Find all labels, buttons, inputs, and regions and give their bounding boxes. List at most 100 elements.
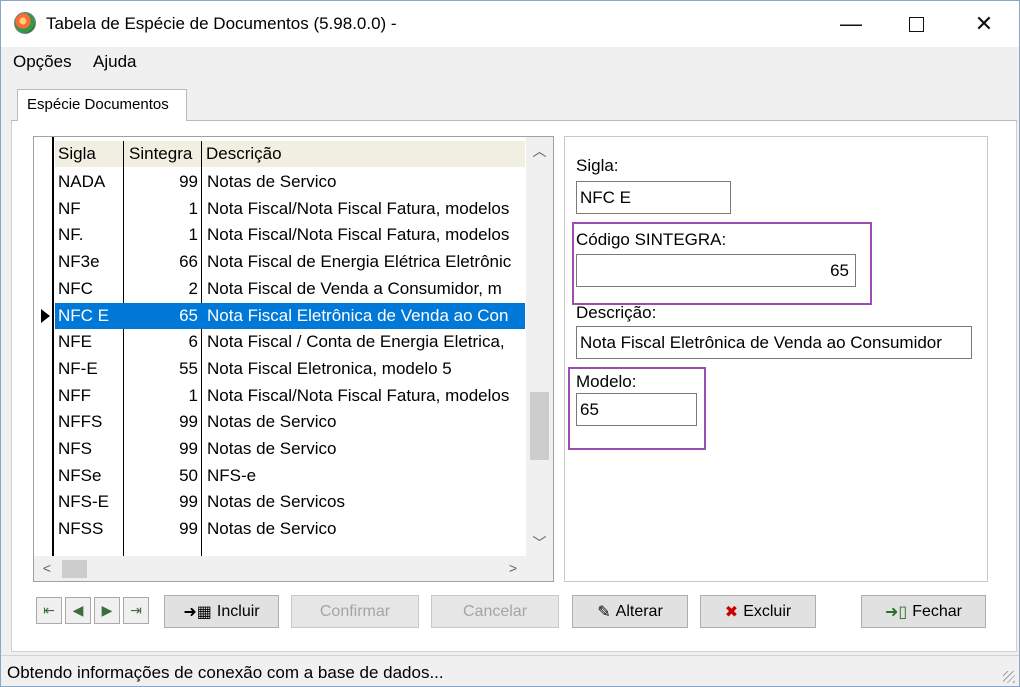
scroll-up-icon[interactable]: ︿ (526, 141, 553, 165)
modelo-label: Modelo: (576, 372, 637, 391)
minimize-button[interactable]: — (828, 1, 874, 47)
table-row[interactable]: NFFS 99 Notas de Servico (55, 409, 525, 436)
scroll-down-icon[interactable]: ﹀ (526, 533, 553, 557)
cell-sintegra: 6 (188, 332, 198, 352)
cell-sigla: NFC E (58, 305, 109, 325)
menu-ajuda[interactable]: Ajuda (93, 52, 136, 72)
cell-sintegra: 66 (179, 252, 198, 272)
scroll-right-icon[interactable]: > (502, 560, 524, 576)
cell-sigla: NFF (58, 385, 92, 405)
cell-sigla: NFC (58, 278, 93, 298)
table-row[interactable]: NFE 6 Nota Fiscal / Conta de Energia Eletr… (55, 329, 525, 356)
next-record-button[interactable]: ▶ (94, 597, 120, 624)
confirmar-button[interactable]: Confirmar (291, 595, 419, 628)
resize-grip-icon[interactable] (1003, 671, 1015, 683)
table-row[interactable]: NF3e 66 Nota Fiscal de Energia Elétrica El… (55, 249, 525, 276)
cell-sigla: NFS (58, 439, 92, 458)
documents-grid[interactable]: Sigla Sintegra Descrição NADA 99 Notas de … (33, 136, 554, 582)
codigo-sintegra-label: Código SINTEGRA: (576, 230, 727, 249)
right-arrow-icon: ▶ (101, 602, 113, 618)
incluir-label: Incluir (216, 602, 260, 620)
row-indicator-column (34, 137, 54, 557)
modelo-input[interactable]: 65 (576, 393, 697, 426)
status-bar: Obtendo informações de conexão com a bas… (1, 655, 1019, 686)
cell-descricao: Notas de Servico (207, 172, 337, 191)
cell-sigla: NF-E (58, 358, 98, 378)
cell-sintegra: 2 (188, 278, 198, 298)
close-icon: ✕ (974, 11, 994, 36)
cell-sintegra: 1 (188, 385, 198, 405)
table-row[interactable]: NFC 2 Nota Fiscal de Venda a Consumidor, m (55, 276, 525, 303)
horizontal-scrollbar[interactable]: < > (34, 556, 553, 581)
app-window: Tabela de Espécie de Documentos (5.98.0.… (0, 0, 1020, 687)
maximize-button[interactable] (893, 1, 939, 47)
table-row[interactable]: NF 1 Nota Fiscal/Nota Fiscal Fatura, model… (55, 196, 525, 223)
cell-descricao: Notas de Servico (207, 439, 337, 458)
last-record-button[interactable]: ⇥ (123, 597, 149, 624)
scroll-left-icon[interactable]: < (36, 560, 58, 576)
last-arrow-icon: ⇥ (130, 602, 142, 618)
vertical-scroll-thumb[interactable] (530, 392, 549, 460)
menu-opcoes[interactable]: Opções (13, 52, 72, 72)
table-row[interactable]: NFF 1 Nota Fiscal/Nota Fiscal Fatura, mode… (55, 383, 525, 410)
close-button[interactable]: ✕ (961, 1, 1007, 47)
table-row[interactable]: NFS-E 99 Notas de Servicos (55, 489, 525, 516)
cell-sigla: NFSS (58, 519, 104, 539)
vertical-scrollbar[interactable]: ︿ ﹀ (526, 137, 553, 556)
cell-sintegra: 99 (179, 172, 198, 191)
cell-sigla: NF. (58, 225, 84, 245)
cell-descricao: Nota Fiscal de Venda a Consumidor, m (207, 278, 502, 298)
cell-sintegra: 99 (179, 439, 198, 458)
cell-descricao: Nota Fiscal/Nota Fiscal Fatura, modelos (207, 385, 510, 405)
table-row[interactable]: NFS 99 Notas de Servico (55, 436, 525, 463)
excluir-label: Excluir (743, 602, 792, 620)
cancelar-button[interactable]: Cancelar (431, 595, 559, 628)
window-title: Tabela de Espécie de Documentos (5.98.0.… (46, 14, 397, 33)
cell-sintegra: 50 (179, 465, 198, 485)
column-header-sigla[interactable]: Sigla (55, 141, 96, 167)
sigla-input[interactable]: NFC E (576, 181, 731, 214)
exit-door-icon: ➜▯ (884, 603, 908, 621)
left-arrow-icon: ◀ (72, 602, 84, 618)
table-row[interactable]: NADA 99 Notas de Servico (55, 169, 525, 196)
edit-record-icon: ✎ (597, 603, 611, 621)
cell-descricao: Nota Fiscal/Nota Fiscal Fatura, modelos (207, 225, 510, 245)
table-row[interactable]: NFC E 65 Nota Fiscal Eletrônica de Venda a… (55, 302, 525, 330)
cell-sigla: NF (58, 198, 81, 218)
first-record-button[interactable]: ⇤ (36, 597, 62, 624)
cell-sintegra: 99 (179, 519, 198, 539)
incluir-button[interactable]: ➜▦ Incluir (164, 595, 279, 628)
alterar-button[interactable]: ✎ Alterar (572, 595, 688, 628)
sigla-label: Sigla: (576, 156, 619, 175)
maximize-icon (908, 16, 924, 32)
horizontal-scroll-thumb[interactable] (62, 560, 87, 578)
excluir-button[interactable]: ✖ Excluir (700, 595, 816, 628)
cell-descricao: Nota Fiscal Eletronica, modelo 5 (207, 358, 452, 378)
alterar-label: Alterar (615, 602, 663, 620)
table-row[interactable]: NFSe 50 NFS-e (55, 463, 525, 490)
cell-sintegra: 55 (179, 358, 198, 378)
cell-descricao: Nota Fiscal de Energia Elétrica Eletrôni… (207, 252, 512, 272)
codigo-sintegra-input[interactable]: 65 (576, 254, 856, 287)
grid-header: Sigla Sintegra Descrição (55, 141, 525, 167)
cell-descricao: NFS-e (207, 465, 257, 485)
title-bar: Tabela de Espécie de Documentos (5.98.0.… (1, 1, 1019, 47)
first-arrow-icon: ⇤ (43, 602, 55, 618)
cell-sintegra: 1 (188, 198, 198, 218)
add-record-icon: ➜▦ (183, 603, 212, 621)
table-row[interactable]: NFSS 99 Notas de Servico (55, 516, 525, 543)
descricao-input[interactable]: Nota Fiscal Eletrônica de Venda ao Consu… (576, 326, 972, 359)
column-header-descricao[interactable]: Descrição (203, 141, 282, 167)
table-row[interactable]: NF-E 55 Nota Fiscal Eletronica, modelo 5 (55, 356, 525, 383)
column-header-sintegra[interactable]: Sintegra (126, 141, 192, 167)
cell-descricao: Nota Fiscal / Conta de Energia Eletrica, (207, 332, 505, 352)
cell-sintegra: 99 (179, 492, 198, 512)
fechar-button[interactable]: ➜▯ Fechar (861, 595, 986, 628)
cell-descricao: Notas de Servico (207, 519, 337, 539)
previous-record-button[interactable]: ◀ (65, 597, 91, 624)
menu-bar: Opções Ajuda (1, 47, 1019, 77)
descricao-label: Descrição: (576, 303, 657, 322)
tab-especie-documentos[interactable]: Espécie Documentos (17, 89, 187, 121)
delete-record-icon: ✖ (724, 603, 739, 621)
table-row[interactable]: NF. 1 Nota Fiscal/Nota Fiscal Fatura, mode… (55, 222, 525, 249)
